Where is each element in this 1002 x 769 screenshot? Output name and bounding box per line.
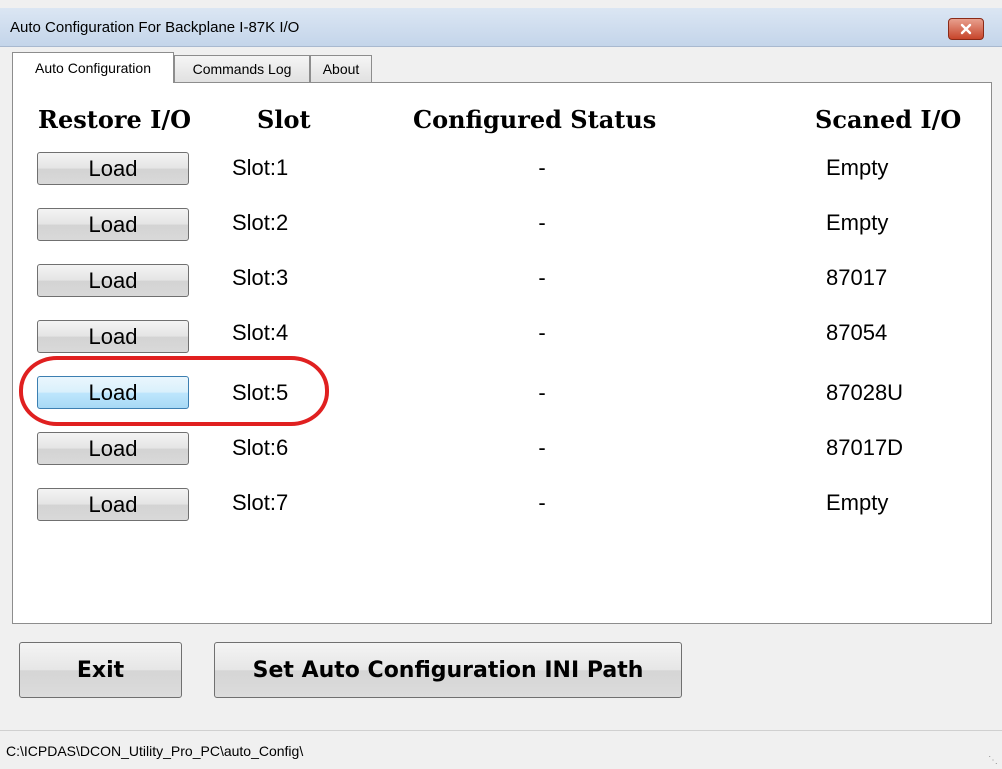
column-header-configured-status: Configured Status — [413, 105, 657, 134]
load-button-slot-2[interactable]: Load — [37, 208, 189, 241]
title-bar[interactable]: Auto Configuration For Backplane I-87K I… — [0, 8, 1002, 47]
set-ini-path-button[interactable]: Set Auto Configuration INI Path — [214, 642, 682, 698]
tab-commands-log[interactable]: Commands Log — [174, 55, 310, 82]
configured-status-2: - — [538, 210, 546, 235]
slot-label-2: Slot:2 — [232, 210, 289, 235]
scanned-io-4: 87054 — [826, 320, 888, 345]
ini-path-text: C:\ICPDAS\DCON_Utility_Pro_PC\auto_Confi… — [6, 743, 304, 759]
window-title: Auto Configuration For Backplane I-87K I… — [10, 19, 300, 36]
slot-label-7: Slot:7 — [232, 490, 289, 515]
close-icon — [960, 23, 972, 35]
tab-about[interactable]: About — [310, 55, 372, 82]
load-button-slot-7[interactable]: Load — [37, 488, 189, 521]
scanned-io-5: 87028U — [826, 380, 904, 405]
load-button-slot-3[interactable]: Load — [37, 264, 189, 297]
load-button-slot-5[interactable]: Load — [37, 376, 189, 409]
column-header-restore-io: Restore I/O — [38, 105, 191, 134]
close-button[interactable] — [948, 18, 984, 40]
slot-label-1: Slot:1 — [232, 155, 289, 180]
configured-status-3: - — [538, 265, 546, 290]
scanned-io-1: Empty — [826, 155, 889, 180]
app-window: Auto Configuration For Backplane I-87K I… — [0, 0, 1002, 769]
configured-status-4: - — [538, 320, 546, 345]
load-button-slot-4[interactable]: Load — [37, 320, 189, 353]
scanned-io-6: 87017D — [826, 435, 904, 460]
column-header-slot: Slot — [257, 105, 311, 134]
slot-label-4: Slot:4 — [232, 320, 289, 345]
configured-status-7: - — [538, 490, 546, 515]
slot-label-5: Slot:5 — [232, 380, 289, 405]
configured-status-1: - — [538, 155, 546, 180]
slot-label-6: Slot:6 — [232, 435, 289, 460]
status-bar: C:\ICPDAS\DCON_Utility_Pro_PC\auto_Confi… — [0, 730, 1002, 769]
exit-button[interactable]: Exit — [19, 642, 182, 698]
scanned-io-3: 87017 — [826, 265, 888, 290]
load-button-slot-6[interactable]: Load — [37, 432, 189, 465]
configured-status-5: - — [538, 380, 546, 405]
load-button-slot-1[interactable]: Load — [37, 152, 189, 185]
resize-grip-icon[interactable]: ⋱ — [988, 755, 998, 766]
scanned-io-7: Empty — [826, 490, 889, 515]
slot-label-3: Slot:3 — [232, 265, 289, 290]
scanned-io-2: Empty — [826, 210, 889, 235]
configured-status-6: - — [538, 435, 546, 460]
tab-auto-configuration[interactable]: Auto Configuration — [12, 52, 174, 83]
column-header-scanned-io: Scaned I/O — [815, 105, 962, 134]
